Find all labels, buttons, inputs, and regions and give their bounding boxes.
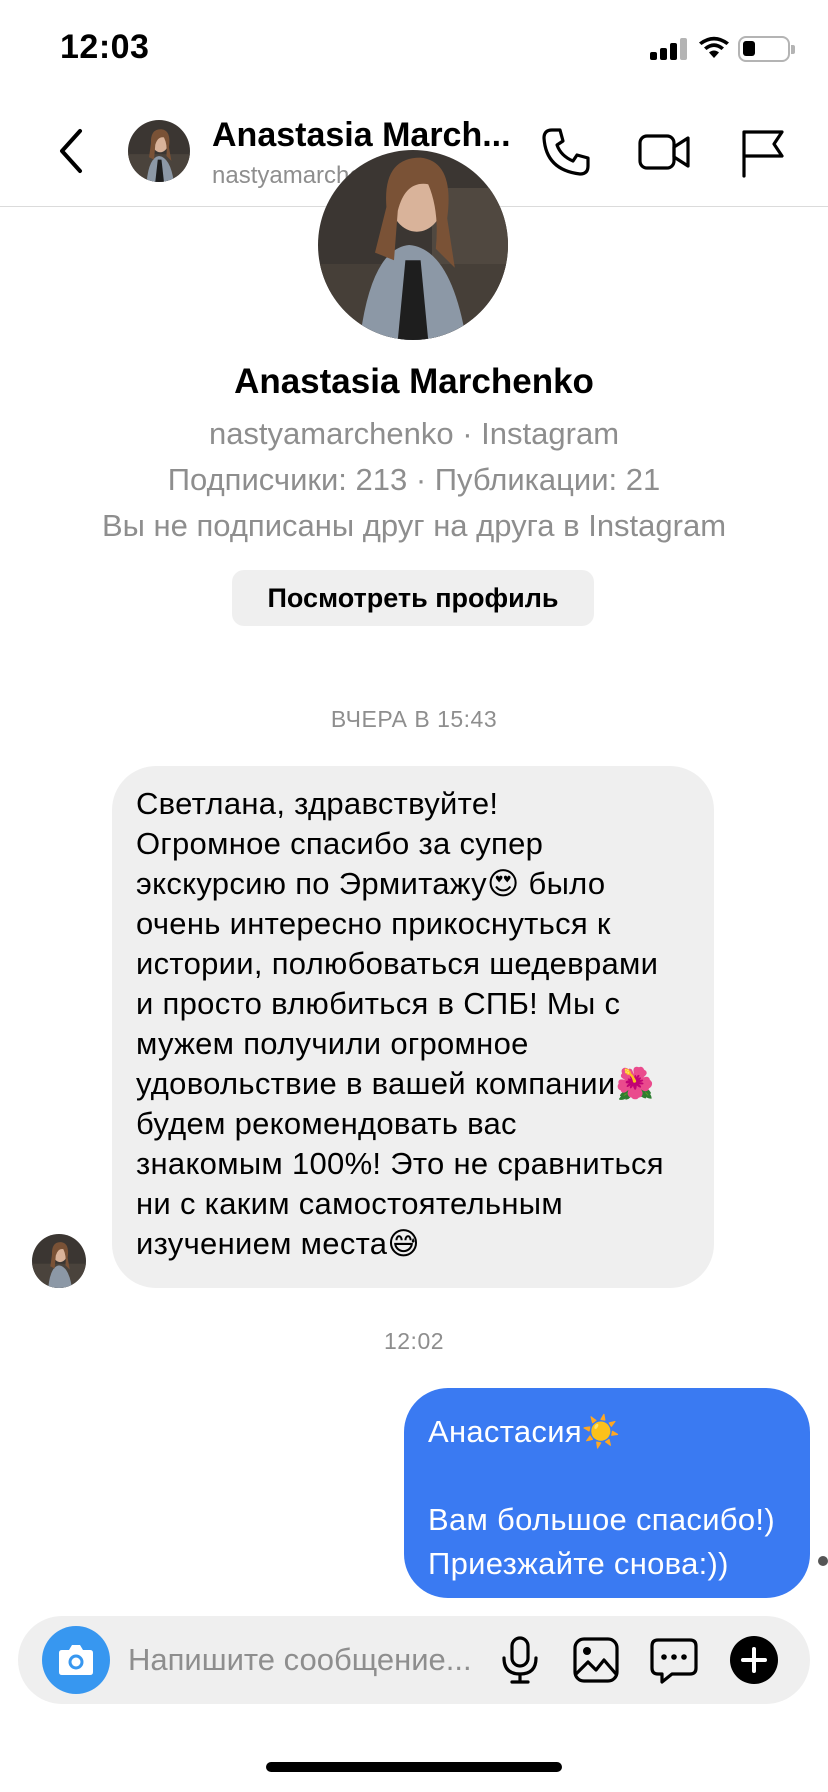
profile-stats: Подписчики: 213 · Публикации: 21 — [167, 462, 661, 497]
profile-relation: Вы не подписаны друг на друга в Instagra… — [101, 508, 727, 543]
video-camera-icon[interactable] — [636, 124, 692, 180]
camera-icon — [59, 1645, 93, 1675]
gallery-icon[interactable] — [570, 1634, 622, 1686]
outgoing-message-bubble[interactable]: Анастасия☀️ Вам большое спасибо!) Приезж… — [404, 1388, 810, 1598]
message-text: Анастасия☀️ Вам большое спасибо!) Приезж… — [428, 1414, 775, 1581]
seen-indicator — [818, 1556, 828, 1566]
sticker-chat-icon[interactable] — [648, 1634, 700, 1686]
message-text: Светлана, здравствуйте! Огромное спасибо… — [136, 786, 664, 1261]
incoming-message-bubble[interactable]: Светлана, здравствуйте! Огромное спасибо… — [112, 766, 714, 1288]
cellular-signal-icon — [650, 38, 690, 60]
status-bar: 12:03 — [0, 0, 828, 100]
message-composer — [18, 1616, 810, 1704]
header-name[interactable]: Anastasia March... — [212, 116, 512, 155]
message-timestamp: 12:02 — [383, 1328, 445, 1354]
profile-photo-image — [128, 120, 190, 182]
phone-icon[interactable] — [538, 124, 594, 180]
back-icon[interactable] — [52, 126, 92, 176]
plus-icon[interactable] — [728, 1634, 780, 1686]
battery-icon — [738, 36, 795, 62]
view-profile-button[interactable]: Посмотреть профиль — [232, 570, 594, 626]
flag-icon[interactable] — [734, 124, 790, 180]
wifi-icon — [699, 36, 729, 58]
message-timestamp: ВЧЕРА В 15:43 — [330, 706, 498, 732]
profile-avatar[interactable] — [318, 150, 508, 340]
profile-photo-image — [318, 150, 508, 340]
microphone-icon[interactable] — [494, 1634, 546, 1686]
sender-avatar[interactable] — [32, 1234, 86, 1288]
profile-name: Anastasia Marchenko — [234, 362, 594, 401]
avatar[interactable] — [128, 120, 190, 182]
home-indicator — [266, 1762, 562, 1772]
message-input[interactable] — [128, 1616, 498, 1704]
status-time: 12:03 — [60, 28, 150, 66]
profile-photo-image — [32, 1234, 86, 1288]
profile-source: nastyamarchenko · Instagram — [208, 416, 620, 451]
camera-button[interactable] — [42, 1626, 110, 1694]
